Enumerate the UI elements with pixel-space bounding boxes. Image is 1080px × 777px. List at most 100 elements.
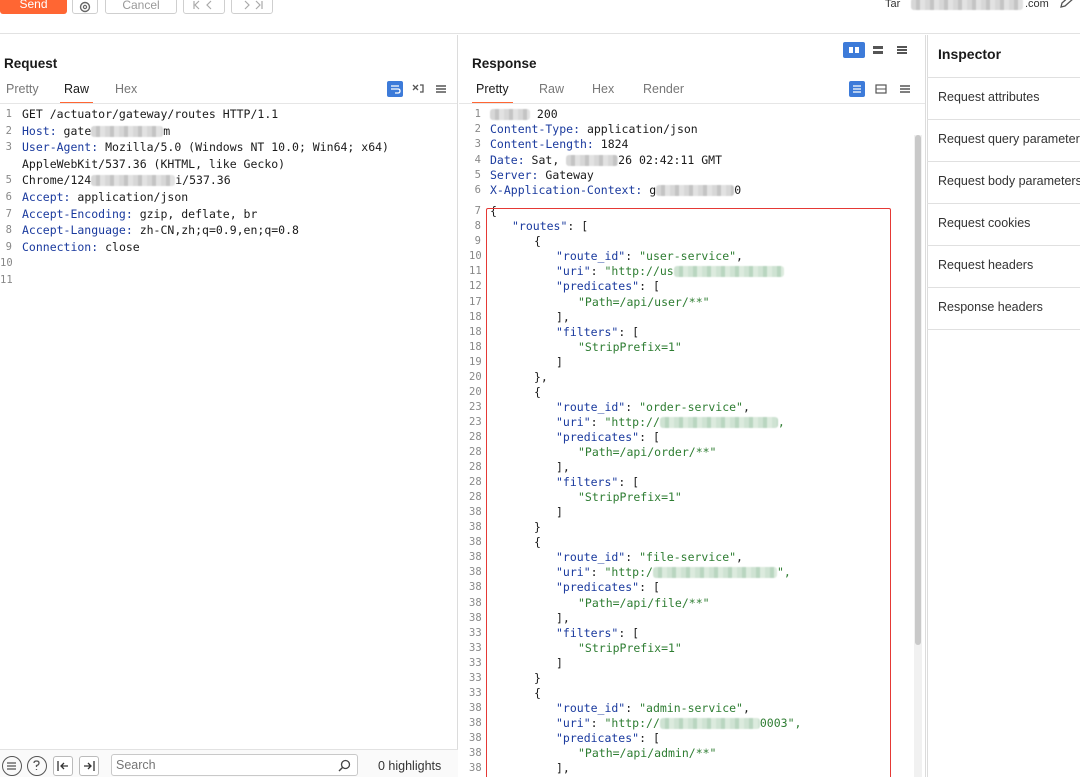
- header-value: gzip, deflate, br: [132, 206, 258, 221]
- request-title: Request: [4, 56, 58, 71]
- line-content: Host: gate m: [22, 123, 170, 139]
- previous-match-button[interactable]: [53, 756, 73, 776]
- line-content: User-Agent: Mozilla/5.0 (Windows NT 10.0…: [22, 139, 389, 155]
- line-number: 38: [469, 521, 482, 534]
- send-button[interactable]: Send: [0, 0, 67, 14]
- search-box[interactable]: [111, 754, 358, 776]
- line-number: 7: [5, 207, 12, 220]
- line-number: 33: [469, 626, 482, 639]
- line-number: 1: [474, 108, 481, 120]
- tabs-layout-icon: [897, 46, 907, 54]
- line-number: 38: [469, 701, 482, 714]
- arrow-right-icon: [84, 761, 95, 771]
- inspector-item-request-body-parameters[interactable]: Request body parameters: [927, 162, 1080, 204]
- line-content: Server: Gateway: [490, 167, 594, 183]
- line-number: 33: [469, 641, 482, 654]
- line-number: 20: [469, 370, 482, 383]
- search-settings-button[interactable]: [2, 756, 22, 776]
- line-number: 1: [5, 108, 12, 120]
- line-number: 33: [469, 686, 482, 699]
- tab-raw[interactable]: Raw: [60, 78, 94, 104]
- line-number: 38: [469, 506, 482, 519]
- redacted-value: [566, 154, 619, 166]
- layout-split-horizontal-button[interactable]: [843, 42, 865, 58]
- line-number: 11: [469, 265, 482, 278]
- line-number: 33: [469, 671, 482, 684]
- history-back-button[interactable]: [183, 0, 225, 14]
- line-number: 5: [5, 174, 12, 187]
- help-button[interactable]: [27, 756, 47, 776]
- arrow-left-icon: [57, 761, 68, 771]
- line-number: 11: [0, 274, 13, 286]
- request-tab-divider: [0, 103, 457, 104]
- inspector-item-response-headers[interactable]: Response headers: [927, 288, 1080, 330]
- code-line: 9 Connection: close: [0, 239, 450, 255]
- tab-pretty[interactable]: Pretty: [2, 78, 43, 104]
- layout-split-vertical-button[interactable]: [867, 42, 889, 58]
- request-newline-toggle[interactable]: [410, 81, 426, 97]
- line-number: 8: [5, 224, 12, 237]
- line-number: 20: [469, 385, 482, 398]
- header-value: AppleWebKit/537.36 (KHTML, like Gecko): [22, 156, 286, 171]
- line-number: 8: [474, 220, 481, 233]
- header-value: application/json: [580, 122, 698, 137]
- line-number: 38: [469, 611, 482, 624]
- code-line: 1 GET /actuator/gateway/routes HTTP/1.1: [0, 106, 450, 122]
- tab-pretty[interactable]: Pretty: [472, 78, 513, 104]
- response-pane: Response Pretty Raw Hex Render 1 200 2 Conten…: [459, 35, 926, 777]
- line-number: 38: [469, 731, 482, 744]
- help-icon: [33, 760, 40, 770]
- line-number: 5: [474, 168, 481, 181]
- search-input[interactable]: [116, 757, 326, 773]
- code-line: 6 Accept: application/json: [0, 189, 450, 205]
- line-number: 38: [469, 762, 482, 775]
- layout-tabs-button[interactable]: [891, 42, 913, 58]
- line-number: 28: [469, 461, 482, 474]
- inspector-item-request-headers[interactable]: Request headers: [927, 246, 1080, 288]
- request-wrap-toggle[interactable]: [387, 81, 403, 97]
- response-pretty-view-toggle[interactable]: [849, 81, 865, 97]
- request-menu-button[interactable]: [433, 81, 449, 97]
- line-content: Content-Type: application/json: [490, 121, 698, 137]
- code-line: 5 Chrome/124 i/537.36: [0, 172, 450, 188]
- newline-icon: [412, 84, 424, 93]
- header-name: Content-Type:: [490, 122, 581, 137]
- line-number: 17: [469, 295, 482, 308]
- response-menu-button[interactable]: [897, 81, 913, 97]
- top-toolbar: Send Cancel Tar .com: [0, 0, 1080, 34]
- history-forward-button[interactable]: [231, 0, 273, 14]
- edit-target-icon[interactable]: [1058, 0, 1076, 10]
- header-name: Server:: [490, 167, 539, 182]
- line-number: 38: [469, 581, 482, 594]
- inspector-item-request-attributes[interactable]: Request attributes: [927, 78, 1080, 120]
- response-scrollbar-thumb[interactable]: [915, 135, 921, 645]
- line-number: 4: [474, 153, 481, 166]
- header-value: Mozilla/5.0 (Windows NT 10.0; Win64; x64…: [98, 140, 389, 155]
- response-wrap-toggle[interactable]: [873, 81, 889, 97]
- line-number: 28: [469, 491, 482, 504]
- inspector-item-request-cookies[interactable]: Request cookies: [927, 204, 1080, 246]
- redacted-value: [656, 185, 735, 196]
- settings-button[interactable]: [72, 0, 98, 14]
- request-bottom-bar: 0 highlights: [0, 749, 458, 777]
- tab-hex[interactable]: Hex: [111, 78, 141, 104]
- line-number: 6: [5, 191, 12, 203]
- line-number: 38: [469, 536, 482, 549]
- cancel-button[interactable]: Cancel: [105, 0, 177, 14]
- next-match-button[interactable]: [79, 756, 99, 776]
- header-value: gate: [56, 123, 92, 138]
- request-pane: Request Pretty Raw Hex 1 GET /actuator/gate…: [0, 35, 458, 777]
- header-value-tail: m: [163, 123, 171, 138]
- list-view-icon: [853, 85, 861, 93]
- response-tab-divider: [459, 103, 925, 104]
- code-line: 7 Accept-Encoding: gzip, deflate, br: [0, 206, 450, 222]
- tab-raw[interactable]: Raw: [535, 78, 568, 104]
- tab-render[interactable]: Render: [639, 78, 688, 104]
- hamburger-icon: [900, 85, 910, 93]
- inspector-item-request-query-parameters[interactable]: Request query parameters: [927, 120, 1080, 162]
- grid-view-icon: [875, 84, 887, 94]
- header-value: Sat,: [524, 152, 567, 167]
- redacted-value: [490, 109, 530, 120]
- tab-hex[interactable]: Hex: [588, 78, 618, 104]
- header-value: close: [98, 239, 140, 254]
